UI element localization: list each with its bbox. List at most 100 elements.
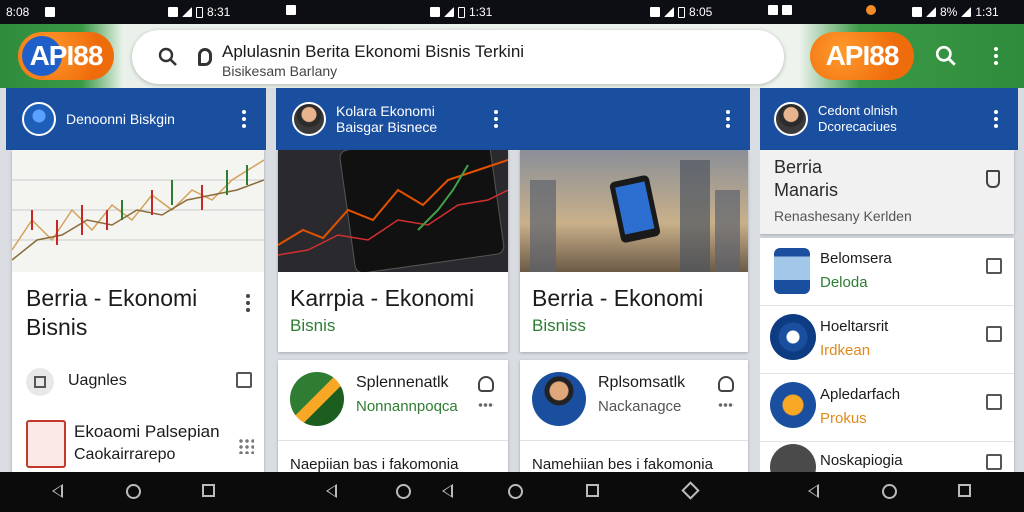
avatar[interactable]	[292, 102, 326, 136]
home-button[interactable]	[508, 484, 523, 499]
row-title: Rplsomsatlk	[598, 374, 686, 391]
recents-button[interactable]	[586, 484, 599, 497]
list-item[interactable]: Apledarfach Prokus	[760, 374, 1014, 442]
home-button[interactable]	[882, 484, 897, 499]
share-icon[interactable]	[718, 376, 734, 392]
search-bar[interactable]: Aplulasnin Berita Ekonomi Bisnis Terkini…	[132, 30, 784, 84]
column-title: Kolara Ekonomi Baisgar Bisnece	[336, 103, 437, 135]
app-bar: API 88 Aplulasnin Berita Ekonomi Bisnis T…	[0, 24, 1024, 88]
list-card: Splennenatlk Nonnannpoqca Naepiian bas i…	[278, 360, 508, 472]
status-group-2: 8:31	[168, 5, 230, 19]
bookmark-checkbox[interactable]	[986, 454, 1002, 470]
news-thumb	[290, 372, 344, 426]
search-button[interactable]	[928, 38, 964, 74]
home-button[interactable]	[396, 484, 411, 499]
wifi-icon	[926, 7, 936, 17]
more-horiz-icon[interactable]	[478, 402, 494, 408]
search-icon	[935, 45, 956, 66]
back-button[interactable]	[808, 484, 819, 498]
avatar[interactable]	[22, 102, 56, 136]
share-icon[interactable]	[478, 376, 494, 392]
back-button[interactable]	[326, 484, 337, 498]
clock: 8:05	[689, 5, 713, 19]
search-subtitle: Bisikesam Barlany	[222, 63, 338, 79]
card-title-line: Berria - Ekonomi	[26, 285, 198, 311]
voice-icon[interactable]	[198, 48, 212, 66]
more-vert-icon[interactable]	[726, 110, 730, 128]
news-card[interactable]: Berria - Ekonomi Bisniss	[520, 150, 748, 352]
category-icon	[26, 368, 54, 396]
battery-icon	[458, 6, 465, 18]
list-item[interactable]: Hoeltarsrit Irdkean	[760, 306, 1014, 374]
signal-icon	[182, 7, 192, 17]
bookmark-checkbox[interactable]	[986, 326, 1002, 342]
app-logo[interactable]: API 88	[18, 32, 114, 80]
more-vert-icon[interactable]	[242, 110, 246, 128]
notification-icon	[768, 5, 778, 15]
recents-button[interactable]	[202, 484, 215, 497]
more-vert-icon[interactable]	[494, 110, 498, 128]
back-button[interactable]	[442, 484, 453, 498]
bookmark-checkbox[interactable]	[986, 394, 1002, 410]
logo-text-number: 88	[73, 40, 103, 71]
clock: 1:31	[469, 5, 493, 19]
row-title: Splennenatlk	[356, 374, 449, 391]
card-subtitle: Bisniss	[532, 316, 586, 335]
wifi-icon	[650, 7, 660, 17]
logo-text-api: API	[825, 40, 871, 71]
logo-text-number: 88	[869, 40, 899, 71]
bookmark-icon[interactable]	[986, 170, 1000, 188]
news-card[interactable]: Berria Manaris Renashesany Kerlden	[760, 150, 1014, 234]
signal-icon	[664, 7, 674, 17]
status-bar: 8:08 8:31 1:31 8:05 8% 1:31	[0, 0, 1024, 24]
card-title: Berria - Ekonomi Bisnis	[26, 284, 197, 342]
row-subtitle: Nackanagce	[598, 398, 682, 415]
stock-chart-image	[12, 150, 264, 272]
row-title: Noskapiogia	[820, 452, 903, 469]
notification-icon	[430, 7, 440, 17]
status-group-5: 8:05	[650, 5, 712, 19]
column-title-line: Dcorecaciues	[818, 119, 897, 134]
column-header: Cedont olnish Dcorecaciues	[760, 88, 1018, 150]
home-button[interactable]	[126, 484, 141, 499]
more-vert-icon	[994, 47, 998, 65]
overflow-menu-button[interactable]	[978, 38, 1014, 74]
clock: 8:08	[6, 5, 30, 19]
news-thumb	[770, 382, 816, 428]
search-icon	[158, 47, 177, 66]
row-title: Uagnles	[68, 372, 127, 389]
category-icon-shape	[34, 376, 46, 388]
card-subtitle: Renashesany Kerlden	[774, 208, 912, 224]
news-card[interactable]: Karrpia - Ekonomi Bisnis	[278, 150, 508, 352]
row-title: Naepiian bas i fakomonia	[290, 456, 459, 472]
row-title: Ekoaomi Palsepian	[74, 422, 220, 441]
bookmark-checkbox[interactable]	[986, 258, 1002, 274]
column-title: Denoonni Biskgin	[66, 111, 175, 127]
recents-button[interactable]	[958, 484, 971, 497]
more-vert-icon[interactable]	[246, 294, 250, 312]
card-title-line: Berria	[774, 157, 823, 177]
signal-icon	[444, 7, 454, 17]
list-card: Belomsera Deloda Hoeltarsrit Irdkean Apl…	[760, 238, 1014, 472]
app-notification-icon	[866, 5, 876, 15]
news-thumb	[532, 372, 586, 426]
column-header: Kolara Ekonomi Baisgar Bisnece	[276, 88, 750, 150]
app-logo-right[interactable]: API 88	[810, 32, 914, 80]
avatar[interactable]	[774, 102, 808, 136]
row-title: Hoeltarsrit	[820, 318, 889, 335]
list-item[interactable]: Noskapiogia	[760, 442, 1014, 472]
status-group-7	[866, 5, 876, 15]
status-group-4: 1:31	[430, 5, 492, 19]
notification-icon	[286, 5, 296, 15]
row-title: Belomsera	[820, 250, 892, 267]
more-vert-icon[interactable]	[994, 110, 998, 128]
news-card[interactable]: Berria - Ekonomi Bisnis Uagnles Ekoaomi …	[12, 150, 264, 472]
more-horiz-icon[interactable]	[718, 402, 734, 408]
back-button[interactable]	[52, 484, 63, 498]
accessibility-button[interactable]	[681, 481, 700, 500]
screen: 8:08 8:31 1:31 8:05 8% 1:31 API 88 Aplul…	[0, 0, 1024, 512]
search-title: Aplulasnin Berita Ekonomi Bisnis Terkini	[222, 42, 525, 61]
bookmark-checkbox[interactable]	[236, 372, 252, 388]
drag-handle-icon[interactable]	[238, 438, 254, 454]
list-item[interactable]: Belomsera Deloda	[760, 238, 1014, 306]
